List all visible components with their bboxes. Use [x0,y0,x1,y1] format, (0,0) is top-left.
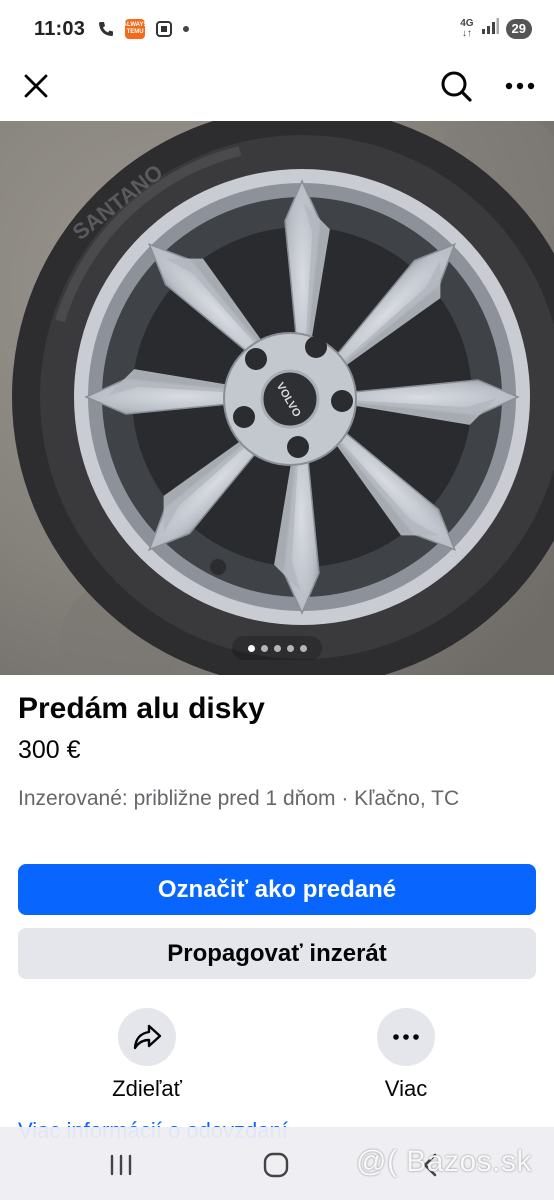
more-horizontal-icon [393,1034,419,1040]
promote-listing-button[interactable]: Propagovať inzerát [18,928,536,979]
share-action[interactable]: Zdieľať [87,1008,207,1102]
screenshot-icon [155,20,173,38]
listing-title: Predám alu disky [18,692,265,725]
share-label: Zdieľať [112,1076,182,1101]
network-type: 4G ↓↑ [460,18,474,39]
recent-apps-icon [110,1154,132,1176]
more-label: Viac [384,1076,428,1101]
carousel-dot [260,644,268,652]
watermark: @( Bazos.sk [356,1145,532,1178]
search-icon [441,71,472,102]
missed-call-icon [97,20,115,38]
share-button[interactable] [118,1008,176,1066]
search-button[interactable] [434,64,478,108]
mark-as-sold-button[interactable]: Označiť ako predané [18,864,536,915]
top-app-bar [0,58,554,120]
carousel-dot [299,644,307,652]
more-horizontal-icon [505,82,535,90]
clock: 11:03 [34,17,86,40]
more-options-button[interactable] [498,66,542,106]
signal-icon [481,18,499,40]
recent-apps-button[interactable] [99,1145,143,1185]
more-action[interactable]: Viac [346,1008,466,1102]
more-button[interactable] [377,1008,435,1066]
wheel-image: SANTANO VOLVO [0,121,554,675]
carousel-dot [273,644,281,652]
listing-price: 300 € [18,736,81,764]
status-bar: 11:03 ALWAYS TEMU 4G ↓↑ 29 [0,0,554,58]
share-icon [133,1024,162,1050]
close-icon [24,74,48,98]
carousel-dot [286,644,294,652]
listing-meta: Inzerované: približne pred 1 dňom · Kľač… [18,787,460,810]
home-icon [263,1152,289,1178]
photo-carousel-indicator [232,636,322,660]
battery-indicator: 29 [505,19,532,39]
carousel-dot [247,644,255,652]
temu-app-icon: ALWAYS TEMU [123,19,147,39]
listing-photo[interactable]: SANTANO VOLVO [0,121,554,675]
home-button[interactable] [254,1145,298,1185]
close-button[interactable] [16,66,56,106]
more-notifications-icon [183,26,190,32]
